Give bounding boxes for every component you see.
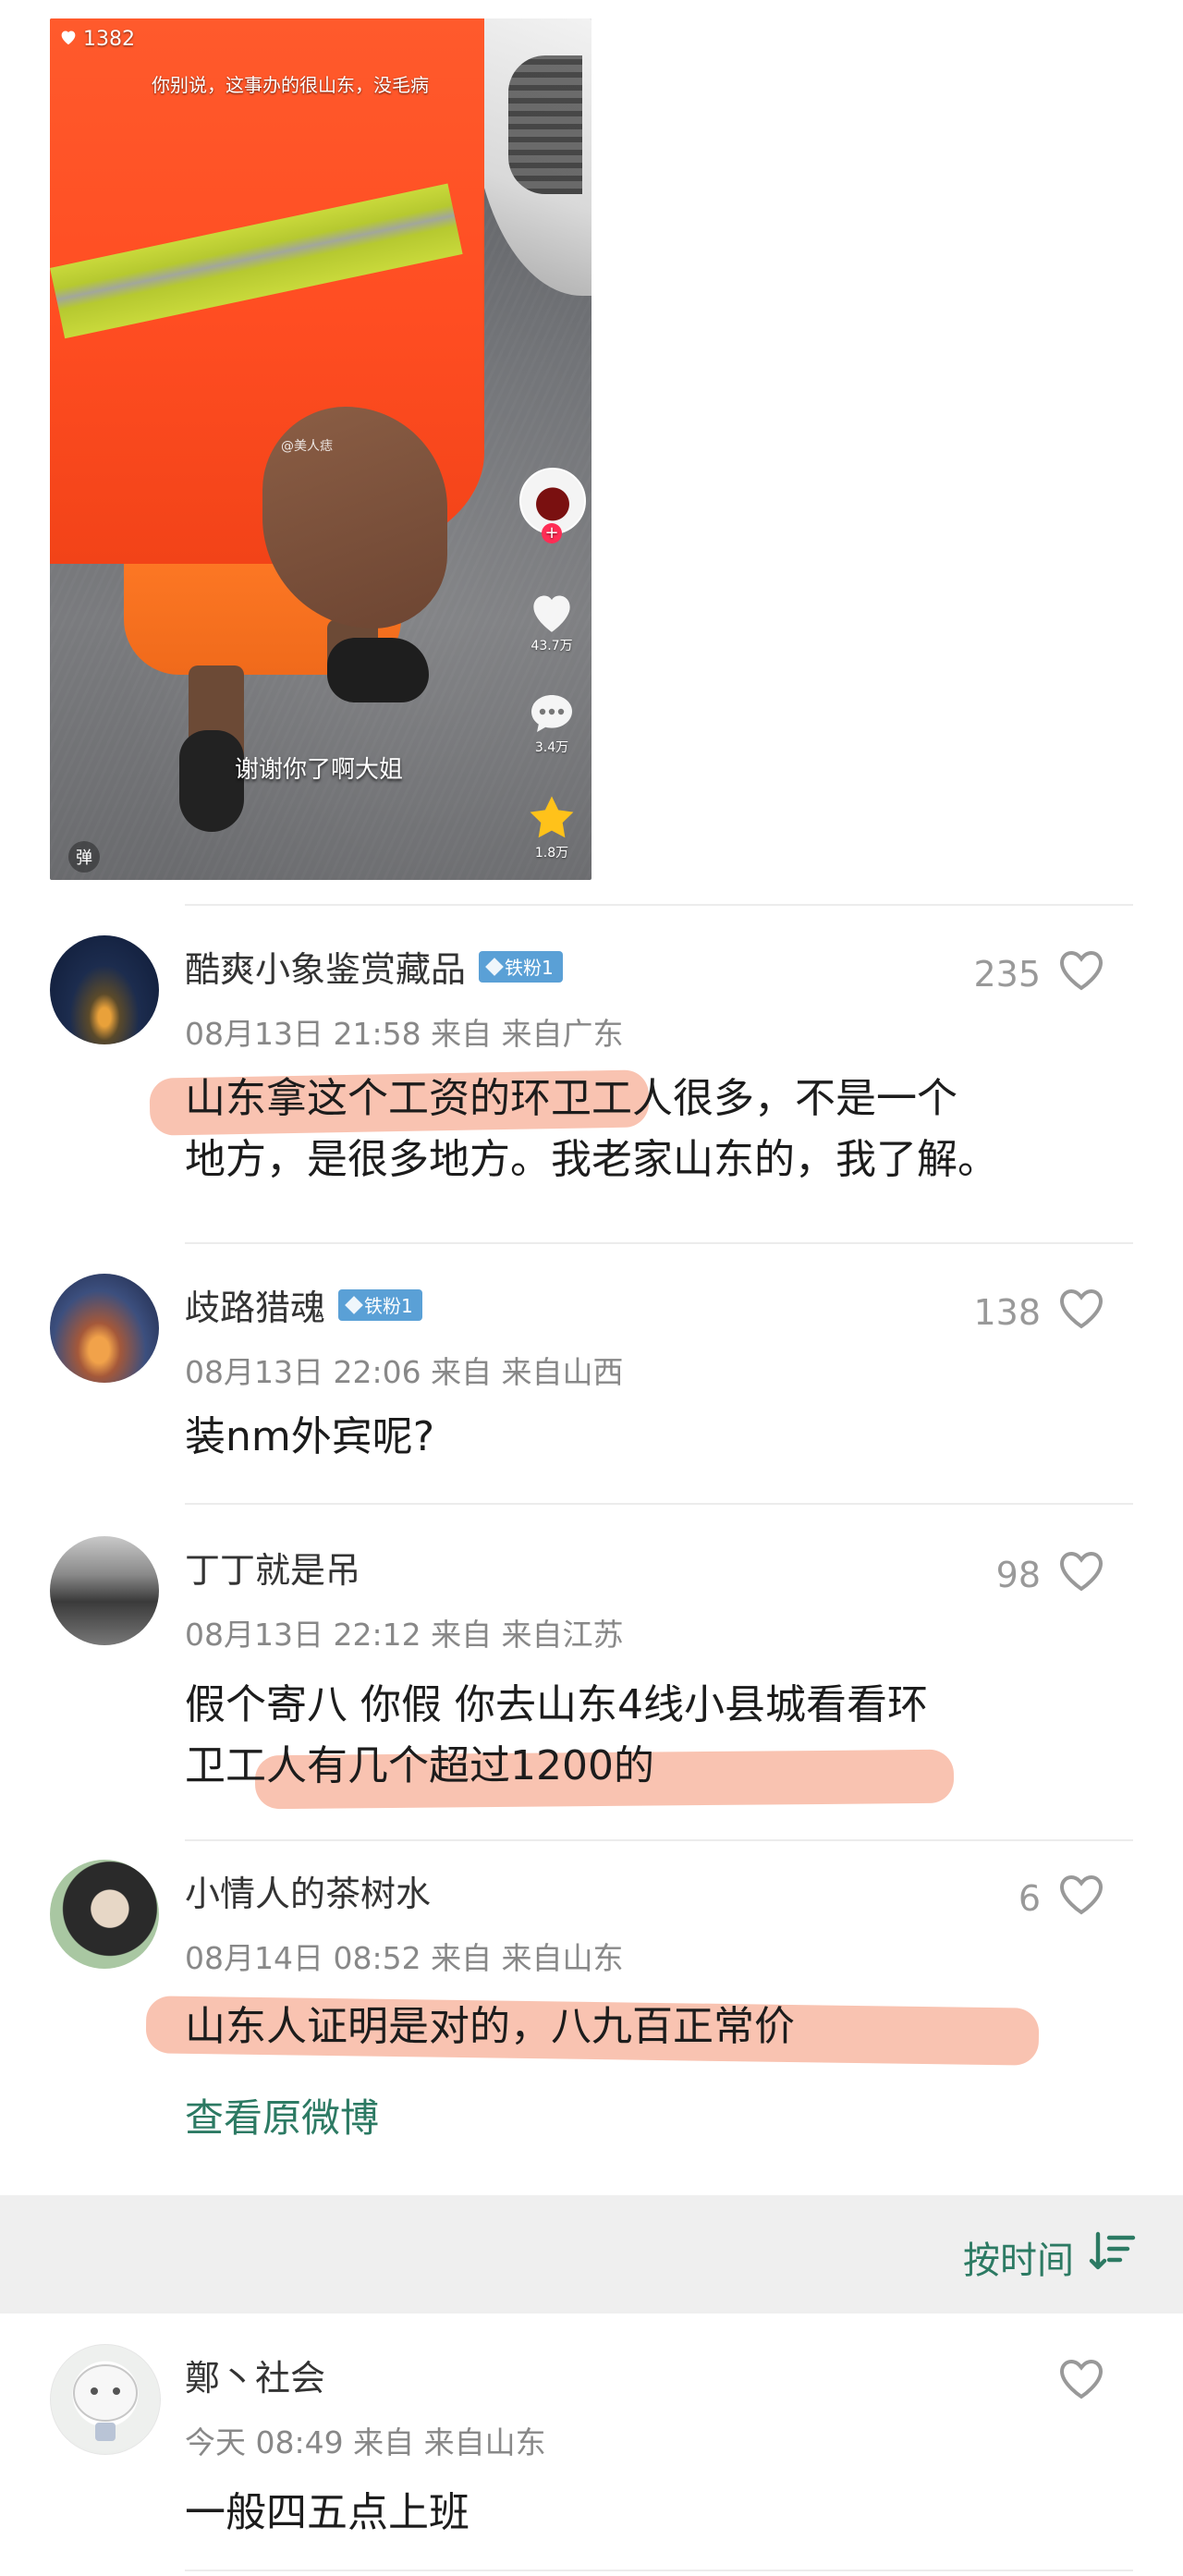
video-thumbnail[interactable]: 1382 你别说，这事办的很山东，没毛病 @美人痣 谢谢你了啊大姐 弹 + 43… (50, 18, 592, 880)
username-text[interactable]: 鄭丶社会 (185, 2350, 325, 2400)
uploader-avatar[interactable]: + (519, 468, 586, 543)
comment-like-button[interactable]: 6 (1018, 1873, 1105, 1923)
video-like-button[interactable]: 43.7万 (519, 590, 584, 654)
username-text[interactable]: 丁丁就是吊 (185, 1542, 360, 1593)
comment-line: 地方，是很多地方。我老家山东的，我了解。 (185, 1136, 998, 1183)
follow-plus-icon[interactable]: + (542, 523, 562, 543)
video-favorite-button[interactable]: 1.8万 (519, 793, 584, 861)
video-comment-button[interactable]: 3.4万 (519, 691, 584, 756)
comment-like-button[interactable]: 235 (973, 948, 1105, 999)
heart-icon (59, 28, 78, 51)
video-like-count: 1382 (59, 28, 135, 51)
comment-username[interactable]: 酷爽小象鉴赏藏品 铁粉1 (185, 941, 563, 992)
username-text[interactable]: 小情人的茶树水 (185, 1865, 431, 1916)
comment-bubble-icon (519, 691, 584, 736)
like-count: 6 (1018, 1877, 1041, 1919)
like-count: 98 (995, 1554, 1041, 1595)
comment-line: 山东拿这个工资的环卫工人很多，不是一个 (185, 1075, 957, 1122)
like-count-text: 1382 (83, 28, 135, 51)
sort-bar: 按时间 (0, 2195, 1183, 2314)
like-count: 138 (973, 1291, 1041, 1333)
sort-by-time-button[interactable]: 按时间 (963, 2230, 1074, 2284)
comment-text: 装nm外宾呢? (185, 1407, 1137, 1468)
comment-meta: 今天 08:49 来自 来自山东 (185, 2424, 546, 2460)
divider (185, 1839, 1133, 1841)
comment-line: 假个寄八 你假 你去山东4线小县城看看环 (185, 1681, 928, 1728)
comment-line: 山东人证明是对的，八九百正常价 (185, 2003, 795, 2050)
comment-text: 一般四五点上班 (185, 2489, 470, 2536)
badge-text: 铁粉1 (505, 957, 554, 979)
comment-meta: 08月13日 22:06 来自 来自山西 (185, 1354, 624, 1390)
comment-like-button[interactable]: 98 (996, 1549, 1105, 1600)
comment-like-button[interactable]: 138 (973, 1287, 1105, 1337)
comment-meta: 08月14日 08:52 来自 来自山东 (185, 1940, 624, 1976)
comment-item: 丁丁就是吊 08月13日 22:12 来自 来自江苏 98 假个寄八 你假 你去… (50, 1536, 1133, 1832)
avatar[interactable] (50, 1536, 159, 1645)
like-count: 235 (973, 953, 1041, 995)
username-text[interactable]: 歧路猎魂 (185, 1279, 325, 1330)
heart-outline-icon (1057, 948, 1105, 999)
shoe-image (327, 638, 429, 702)
username-text[interactable]: 酷爽小象鉴赏藏品 (185, 941, 466, 992)
fan-badge: 铁粉1 (338, 1288, 422, 1321)
sort-descending-icon[interactable] (1089, 2230, 1137, 2277)
view-original-link[interactable]: 查看原微博 (185, 2087, 379, 2143)
comment-username[interactable]: 丁丁就是吊 (185, 1542, 360, 1593)
comment-item: 小情人的茶树水 08月14日 08:52 来自 来自山东 6 山东人证明是对的，… (50, 1860, 1133, 2082)
avatar[interactable] (50, 1274, 159, 1383)
heart-outline-icon (1057, 1287, 1105, 1337)
side-like-count: 43.7万 (531, 639, 573, 653)
comment-item: 鄭丶社会 今天 08:49 来自 来自山东 一般四五点上班 (50, 2344, 1133, 2566)
diamond-icon (485, 957, 504, 976)
divider (185, 904, 1133, 906)
fan-badge: 铁粉1 (479, 950, 563, 983)
badge-text: 铁粉1 (364, 1295, 413, 1317)
divider (185, 2570, 1133, 2571)
comment-text: 假个寄八 你假 你去山东4线小县城看看环 卫工人有几个超过1200的 (185, 1675, 1137, 1797)
danmu-toggle-button[interactable]: 弹 (68, 841, 100, 873)
avatar[interactable] (50, 935, 159, 1044)
comment-line: 装nm外宾呢? (185, 1413, 435, 1460)
video-caption: 你别说，这事办的很山东，没毛病 (152, 74, 429, 96)
comment-like-button[interactable] (1057, 2357, 1105, 2408)
diamond-icon (345, 1295, 363, 1314)
video-subtitle: 谢谢你了啊大姐 (235, 756, 404, 784)
comment-text: 山东拿这个工资的环卫工人很多，不是一个 地方，是很多地方。我老家山东的，我了解。 (185, 1068, 1137, 1190)
side-favorite-count: 1.8万 (534, 846, 569, 861)
avatar[interactable] (50, 1860, 159, 1969)
video-watermark: @美人痣 (281, 439, 333, 454)
heart-outline-icon (1057, 1873, 1105, 1923)
comment-line: 卫工人有几个超过1200的 (185, 1742, 654, 1789)
comment-username[interactable]: 小情人的茶树水 (185, 1865, 431, 1916)
star-icon (519, 793, 584, 841)
heart-outline-icon (1057, 2357, 1105, 2408)
comment-username[interactable]: 歧路猎魂 铁粉1 (185, 1279, 422, 1330)
comment-meta: 08月13日 21:58 来自 来自广东 (185, 1016, 624, 1052)
comment-meta: 08月13日 22:12 来自 来自江苏 (185, 1617, 624, 1653)
side-comment-count: 3.4万 (534, 740, 569, 755)
heart-icon (519, 590, 584, 634)
comment-text: 山东人证明是对的，八九百正常价 (185, 1996, 1137, 2057)
divider (185, 1503, 1133, 1505)
comment-item: 歧路猎魂 铁粉1 08月13日 22:06 来自 来自山西 138 装nm外宾呢… (50, 1274, 1133, 1496)
cartoon-face-icon (73, 2364, 138, 2441)
comment-item: 酷爽小象鉴赏藏品 铁粉1 08月13日 21:58 来自 来自广东 235 山东… (50, 935, 1133, 1231)
heart-outline-icon (1057, 1549, 1105, 1600)
comment-username[interactable]: 鄭丶社会 (185, 2350, 325, 2400)
avatar[interactable] (50, 2344, 161, 2455)
divider (185, 1242, 1133, 1244)
